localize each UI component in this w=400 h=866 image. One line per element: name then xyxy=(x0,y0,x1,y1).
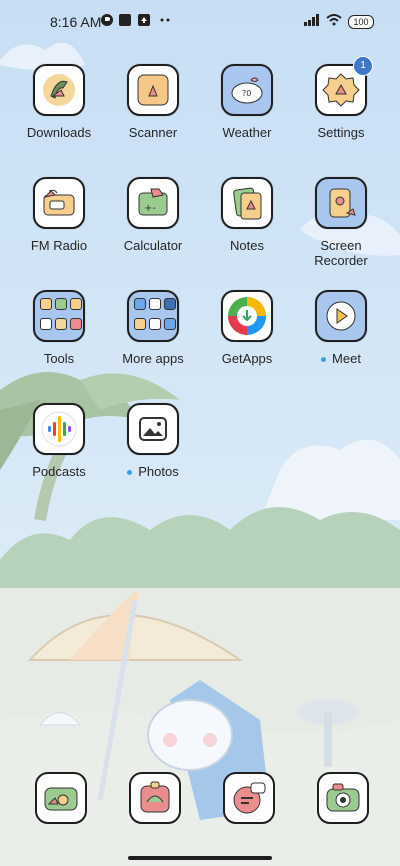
folder-more-apps[interactable]: More apps xyxy=(105,290,201,366)
screen-recorder-icon xyxy=(315,177,367,229)
wifi-icon xyxy=(326,13,342,31)
new-app-dot xyxy=(321,357,327,363)
app-label: Notes xyxy=(230,238,264,253)
app-label: Settings xyxy=(317,125,365,140)
app-settings[interactable]: 1 Settings xyxy=(293,56,389,140)
dock-messaging-icon[interactable] xyxy=(223,772,275,824)
app-label: Photos xyxy=(105,464,201,479)
meet-icon xyxy=(315,290,367,342)
getapps-icon xyxy=(221,290,273,342)
svg-text:?0: ?0 xyxy=(242,89,251,98)
downloads-icon xyxy=(33,64,85,116)
dock-phone-icon[interactable] xyxy=(35,772,87,824)
app-weather[interactable]: ?0 Weather xyxy=(199,64,295,140)
app-notes[interactable]: Notes xyxy=(199,177,295,253)
app-label: Calculator xyxy=(123,238,183,253)
settings-icon: 1 xyxy=(315,56,373,116)
app-label: Downloads xyxy=(26,125,92,140)
svg-text:+-: +- xyxy=(144,203,156,214)
notification-upload-icon xyxy=(137,13,151,32)
app-fm-radio[interactable]: FM Radio xyxy=(11,177,107,253)
app-label: Podcasts xyxy=(32,464,86,479)
calculator-icon: +- xyxy=(127,177,179,229)
dock-camera-icon[interactable] xyxy=(317,772,369,824)
app-label: FM Radio xyxy=(30,238,88,253)
more-apps-folder-icon xyxy=(127,290,179,342)
app-label: GetApps xyxy=(221,351,273,366)
weather-icon: ?0 xyxy=(221,64,273,116)
app-photos[interactable]: Photos xyxy=(105,403,201,479)
folder-tools[interactable]: Tools xyxy=(11,290,107,366)
app-getapps[interactable]: GetApps xyxy=(199,290,295,366)
app-label: Weather xyxy=(222,125,272,140)
podcasts-icon xyxy=(33,403,85,455)
battery-indicator: 100 xyxy=(348,15,374,29)
app-calculator[interactable]: +- Calculator xyxy=(105,177,201,253)
notification-square-icon xyxy=(118,13,132,32)
status-time: 8:16 AM xyxy=(50,14,102,30)
status-bar: 8:16 AM 100 xyxy=(0,0,400,44)
app-label: Tools xyxy=(43,351,75,366)
signal-icon xyxy=(304,13,320,31)
status-right: 100 xyxy=(304,13,374,31)
settings-badge: 1 xyxy=(353,56,373,76)
app-meet[interactable]: Meet xyxy=(293,290,389,366)
app-label: Meet xyxy=(293,351,389,366)
tools-folder-icon xyxy=(33,290,85,342)
photos-icon xyxy=(127,403,179,455)
app-label: Screen Recorder xyxy=(314,238,368,268)
more-notifications-icon xyxy=(158,13,172,32)
fm-radio-icon xyxy=(33,177,85,229)
home-indicator[interactable] xyxy=(128,856,272,860)
app-label: More apps xyxy=(122,351,184,366)
app-podcasts[interactable]: Podcasts xyxy=(11,403,107,479)
dock-gallery-icon[interactable] xyxy=(129,772,181,824)
app-label: Scanner xyxy=(128,125,178,140)
app-scanner[interactable]: Scanner xyxy=(105,64,201,140)
app-downloads[interactable]: Downloads xyxy=(11,64,107,140)
app-screen-recorder[interactable]: Screen Recorder xyxy=(293,177,389,268)
notification-app-icon xyxy=(100,13,114,32)
new-app-dot xyxy=(127,470,133,476)
scanner-icon xyxy=(127,64,179,116)
notes-icon xyxy=(221,177,273,229)
